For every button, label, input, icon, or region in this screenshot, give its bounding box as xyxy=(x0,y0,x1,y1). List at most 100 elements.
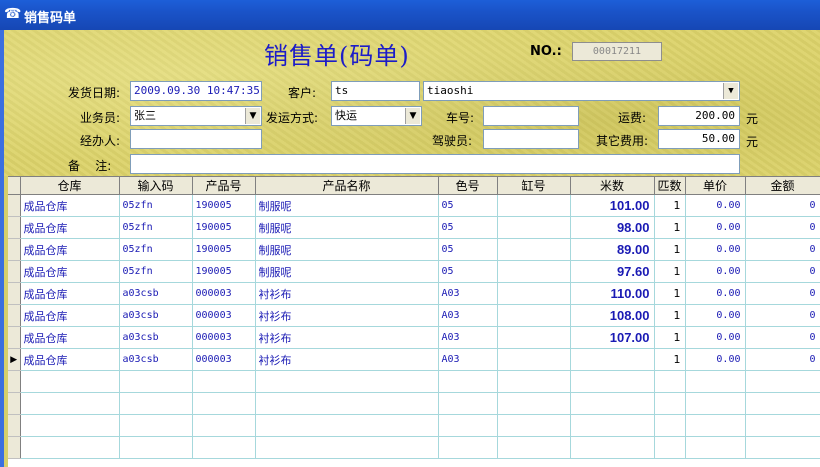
empty-table-row[interactable] xyxy=(8,436,820,459)
cell-vat-no[interactable] xyxy=(497,326,571,349)
row-indicator[interactable] xyxy=(8,304,21,327)
empty-table-row[interactable] xyxy=(8,370,820,393)
table-row[interactable]: 成品仓库 a03csb 000003 衬衫布 A03 110.00 1 0.00 0 xyxy=(8,282,820,305)
cell-unit-price[interactable]: 0.00 xyxy=(685,282,746,305)
cell-warehouse[interactable]: 成品仓库 xyxy=(20,304,120,327)
cell-product-name[interactable]: 衬衫布 xyxy=(255,304,439,327)
column-header-meters[interactable]: 米数 xyxy=(570,177,655,195)
cell-amount[interactable]: 0 xyxy=(745,260,820,283)
row-indicator[interactable] xyxy=(8,260,21,283)
table-row[interactable]: 成品仓库 05zfn 190005 制服呢 05 97.60 1 0.00 0 xyxy=(8,260,820,283)
cell-meters[interactable] xyxy=(570,370,655,393)
chevron-down-icon[interactable]: ▼ xyxy=(723,83,738,99)
handler-field[interactable] xyxy=(130,129,262,149)
cell-color-no[interactable]: A03 xyxy=(438,282,498,305)
ship-method-combo[interactable]: 快运 ▼ xyxy=(331,106,422,126)
cell-product-name[interactable]: 衬衫布 xyxy=(255,282,439,305)
cell-color-no[interactable] xyxy=(438,414,498,437)
cell-vat-no[interactable] xyxy=(497,414,571,437)
cell-pieces[interactable]: 1 xyxy=(654,260,686,283)
cell-vat-no[interactable] xyxy=(497,216,571,239)
cell-product-no[interactable] xyxy=(192,370,256,393)
cell-pieces[interactable]: 1 xyxy=(654,348,686,371)
cell-vat-no[interactable] xyxy=(497,436,571,459)
cell-color-no[interactable]: A03 xyxy=(438,304,498,327)
car-number-field[interactable] xyxy=(483,106,579,126)
cell-pieces[interactable]: 1 xyxy=(654,282,686,305)
cell-warehouse[interactable] xyxy=(20,392,120,415)
cell-vat-no[interactable] xyxy=(497,260,571,283)
cell-amount[interactable]: 0 xyxy=(745,282,820,305)
cell-pieces[interactable] xyxy=(654,392,686,415)
cell-warehouse[interactable]: 成品仓库 xyxy=(20,194,120,217)
cell-input-code[interactable] xyxy=(119,414,193,437)
cell-meters[interactable] xyxy=(570,436,655,459)
cell-pieces[interactable]: 1 xyxy=(654,326,686,349)
cell-amount[interactable] xyxy=(745,392,820,415)
remark-field[interactable] xyxy=(130,154,740,174)
cell-warehouse[interactable]: 成品仓库 xyxy=(20,348,120,371)
cell-color-no[interactable]: 05 xyxy=(438,216,498,239)
cell-pieces[interactable]: 1 xyxy=(654,238,686,261)
cell-unit-price[interactable]: 0.00 xyxy=(685,238,746,261)
cell-unit-price[interactable] xyxy=(685,370,746,393)
cell-product-name[interactable] xyxy=(255,392,439,415)
cell-input-code[interactable]: a03csb xyxy=(119,282,193,305)
cell-pieces[interactable]: 1 xyxy=(654,194,686,217)
table-row[interactable]: 成品仓库 05zfn 190005 制服呢 05 98.00 1 0.00 0 xyxy=(8,216,820,239)
cell-warehouse[interactable] xyxy=(20,414,120,437)
cell-product-name[interactable]: 制服呢 xyxy=(255,216,439,239)
cell-meters[interactable]: 101.00 xyxy=(570,194,655,217)
cell-meters[interactable] xyxy=(570,348,655,371)
chevron-down-icon[interactable]: ▼ xyxy=(245,108,260,124)
cell-unit-price[interactable]: 0.00 xyxy=(685,216,746,239)
row-indicator[interactable] xyxy=(8,194,21,217)
cell-amount[interactable]: 0 xyxy=(745,216,820,239)
cell-vat-no[interactable] xyxy=(497,194,571,217)
cell-product-name[interactable]: 制服呢 xyxy=(255,260,439,283)
customer-name-combo[interactable]: tiaoshi ▼ xyxy=(423,81,740,101)
cell-meters[interactable]: 108.00 xyxy=(570,304,655,327)
cell-product-name[interactable]: 制服呢 xyxy=(255,194,439,217)
cell-unit-price[interactable]: 0.00 xyxy=(685,304,746,327)
column-header-product-name[interactable]: 产品名称 xyxy=(255,177,439,195)
cell-pieces[interactable]: 1 xyxy=(654,304,686,327)
cell-input-code[interactable] xyxy=(119,436,193,459)
freight-field[interactable]: 200.00 xyxy=(658,106,740,126)
cell-color-no[interactable] xyxy=(438,436,498,459)
cell-product-no[interactable]: 000003 xyxy=(192,348,256,371)
cell-color-no[interactable]: 05 xyxy=(438,194,498,217)
cell-pieces[interactable] xyxy=(654,436,686,459)
cell-product-no[interactable]: 190005 xyxy=(192,238,256,261)
cell-product-no[interactable]: 000003 xyxy=(192,326,256,349)
other-fee-field[interactable]: 50.00 xyxy=(658,129,740,149)
cell-amount[interactable] xyxy=(745,370,820,393)
cell-vat-no[interactable] xyxy=(497,282,571,305)
cell-amount[interactable]: 0 xyxy=(745,326,820,349)
cell-amount[interactable]: 0 xyxy=(745,348,820,371)
column-header-warehouse[interactable]: 仓库 xyxy=(20,177,120,195)
cell-product-name[interactable] xyxy=(255,414,439,437)
cell-input-code[interactable] xyxy=(119,392,193,415)
cell-pieces[interactable] xyxy=(654,370,686,393)
cell-product-name[interactable]: 衬衫布 xyxy=(255,326,439,349)
cell-input-code[interactable]: a03csb xyxy=(119,326,193,349)
cell-unit-price[interactable]: 0.00 xyxy=(685,326,746,349)
cell-input-code[interactable]: 05zfn xyxy=(119,260,193,283)
order-items-grid[interactable]: 仓库 输入码 产品号 产品名称 色号 缸号 米数 匹数 单价 金额 成品仓库 05zfn 190005… xyxy=(8,176,820,467)
table-row[interactable]: 成品仓库 a03csb 000003 衬衫布 A03 108.00 1 0.00 0 xyxy=(8,304,820,327)
cell-input-code[interactable]: 05zfn xyxy=(119,216,193,239)
cell-color-no[interactable]: A03 xyxy=(438,348,498,371)
cell-vat-no[interactable] xyxy=(497,392,571,415)
table-row[interactable]: 成品仓库 a03csb 000003 衬衫布 A03 107.00 1 0.00 0 xyxy=(8,326,820,349)
cell-product-name[interactable]: 制服呢 xyxy=(255,238,439,261)
table-row[interactable]: 成品仓库 05zfn 190005 制服呢 05 101.00 1 0.00 0 xyxy=(8,194,820,217)
cell-meters[interactable] xyxy=(570,392,655,415)
cell-product-name[interactable]: 衬衫布 xyxy=(255,348,439,371)
row-indicator[interactable] xyxy=(8,216,21,239)
current-row-indicator-icon[interactable]: ▶ xyxy=(8,348,21,371)
cell-product-name[interactable] xyxy=(255,370,439,393)
column-header-color-no[interactable]: 色号 xyxy=(438,177,498,195)
empty-table-row[interactable] xyxy=(8,392,820,415)
cell-unit-price[interactable]: 0.00 xyxy=(685,348,746,371)
